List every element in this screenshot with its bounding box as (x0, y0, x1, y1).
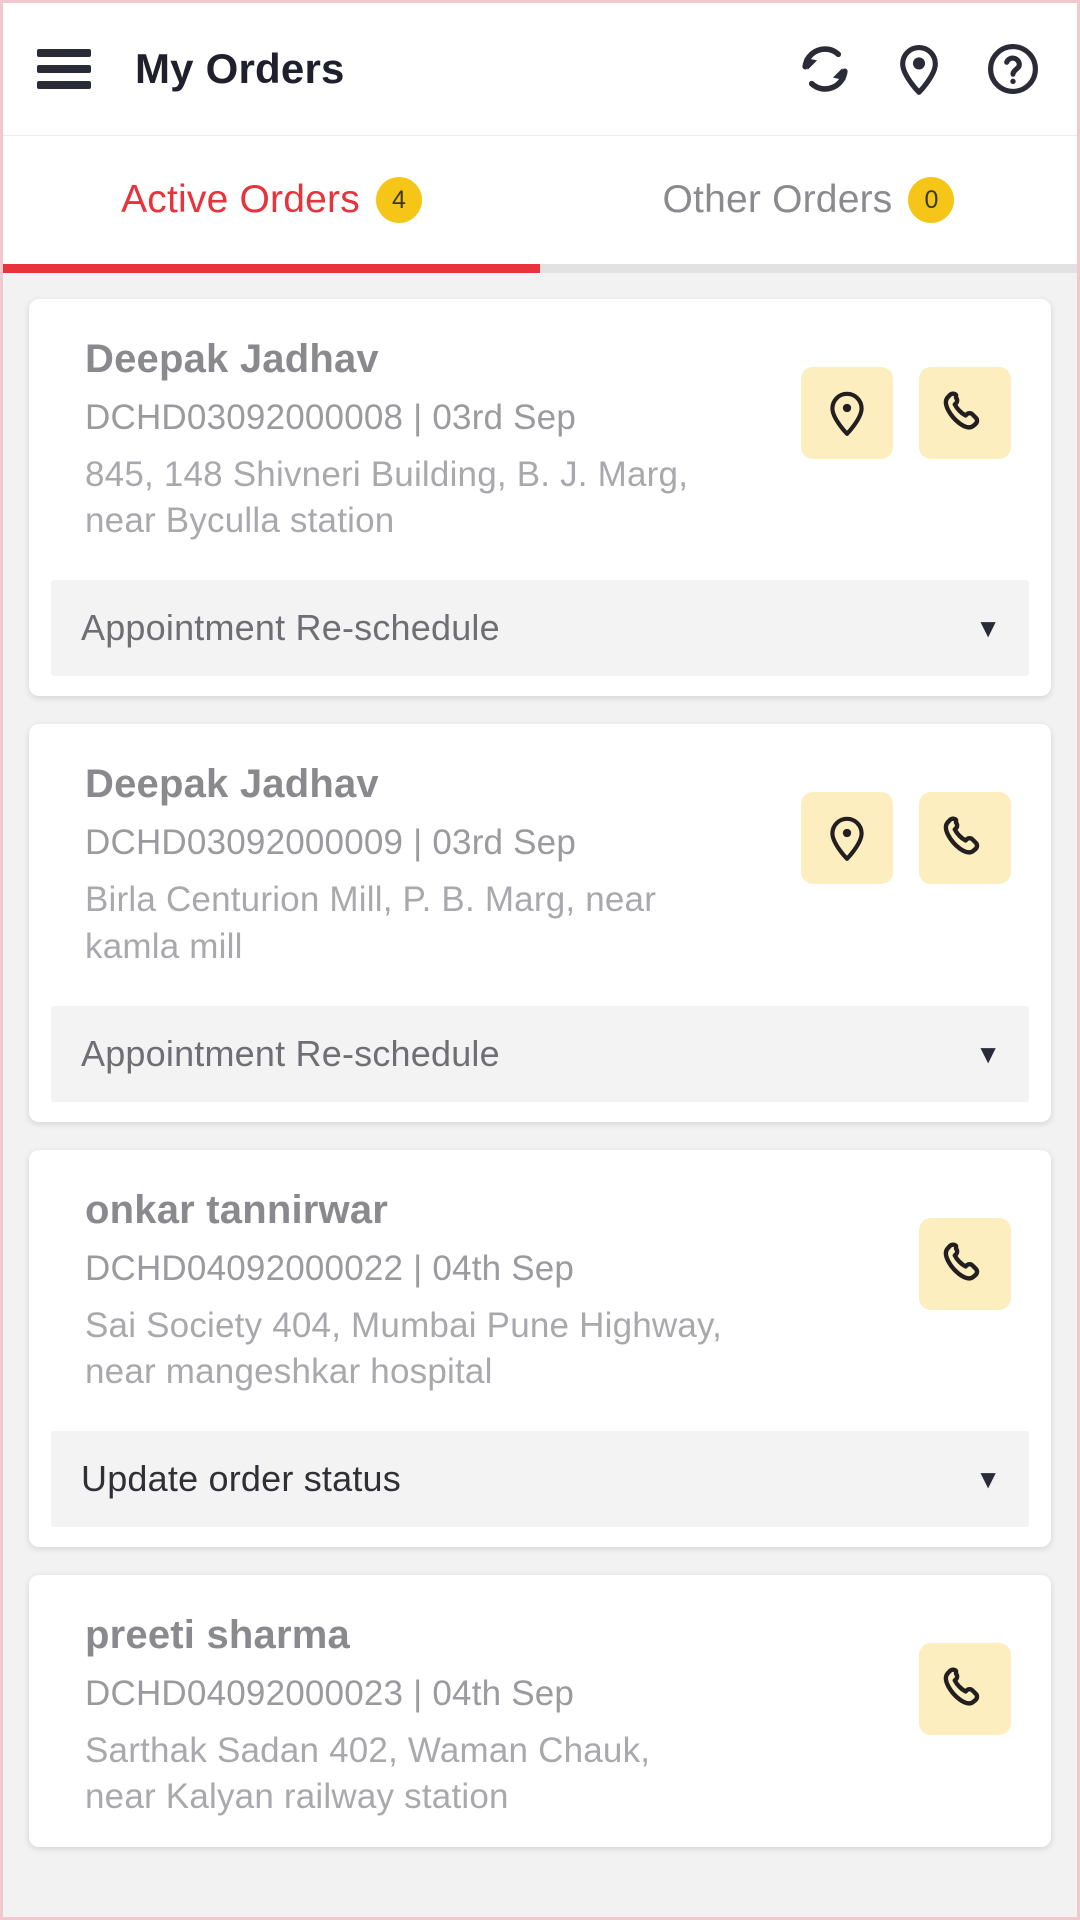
order-details: Deepak Jadhav DCHD03092000008 | 03rd Sep… (85, 337, 801, 544)
call-customer-button[interactable] (919, 792, 1011, 885)
customer-name: Deepak Jadhav (85, 762, 379, 807)
customer-name: Deepak Jadhav (85, 337, 379, 381)
tab-indicator (3, 264, 1077, 273)
order-id-date: DCHD04092000023 | 04th Sep (85, 1674, 575, 1714)
order-status-dropdown-label: Update order status (81, 1458, 401, 1500)
tab-indicator-track (540, 264, 1077, 273)
order-card[interactable]: onkar tannirwar DCHD04092000022 | 04th S… (29, 1149, 1051, 1548)
order-card[interactable]: preeti sharma DCHD04092000023 | 04th Sep… (29, 1575, 1051, 1847)
tab-other-orders[interactable]: Other Orders 0 (540, 136, 1077, 264)
chevron-down-icon: ▼ (975, 1464, 1001, 1495)
chevron-down-icon: ▼ (975, 613, 1001, 644)
page-title: My Orders (135, 45, 345, 92)
order-address: Sai Society 404, Mumbai Pune Highway, ne… (85, 1305, 723, 1391)
order-status-dropdown[interactable]: Appointment Re-schedule ▼ (51, 1005, 1029, 1102)
order-id-date: DCHD04092000022 | 04th Sep (85, 1248, 575, 1288)
location-pin-icon[interactable] (891, 41, 947, 97)
tab-active-orders-label: Active Orders (121, 178, 360, 221)
sync-refresh-icon[interactable] (797, 41, 853, 97)
phone-call-icon (940, 813, 990, 863)
tab-active-orders[interactable]: Active Orders 4 (3, 136, 540, 264)
order-address: 845, 148 Shivneri Building, B. J. Marg, … (85, 455, 689, 541)
order-id-date: DCHD03092000008 | 03rd Sep (85, 398, 577, 437)
navigate-location-button[interactable] (801, 792, 893, 885)
tab-other-orders-badge: 0 (908, 177, 955, 223)
header-actions (797, 41, 1041, 97)
app-screen: My Orders Active Orders 4 Other Orders 0… (0, 0, 1080, 1920)
order-card-body: Deepak Jadhav DCHD03092000009 | 03rd Sep… (29, 724, 1051, 995)
customer-name: preeti sharma (85, 1613, 350, 1658)
order-action-buttons (919, 1613, 1011, 1736)
orders-list: Deepak Jadhav DCHD03092000008 | 03rd Sep… (3, 273, 1077, 1847)
hamburger-bar (37, 81, 91, 89)
order-address: Sarthak Sadan 402, Waman Chauk, near Kal… (85, 1731, 651, 1817)
phone-call-icon (940, 1239, 990, 1289)
orders-tab-bar: Active Orders 4 Other Orders 0 (3, 136, 1077, 264)
order-card-body: preeti sharma DCHD04092000023 | 04th Sep… (29, 1575, 1051, 1846)
order-status-dropdown[interactable]: Update order status ▼ (51, 1431, 1029, 1528)
call-customer-button[interactable] (919, 367, 1011, 459)
order-id-date: DCHD03092000009 | 03rd Sep (85, 823, 577, 863)
phone-call-icon (940, 388, 990, 438)
call-customer-button[interactable] (919, 1643, 1011, 1736)
order-status-dropdown-label: Appointment Re-schedule (81, 1032, 500, 1074)
location-pin-icon (822, 813, 872, 863)
order-action-buttons (801, 337, 1011, 459)
hamburger-menu-icon[interactable] (37, 49, 91, 89)
order-action-buttons (919, 1188, 1011, 1310)
navigate-location-button[interactable] (801, 367, 893, 459)
order-action-buttons (801, 762, 1011, 885)
phone-call-icon (940, 1664, 990, 1714)
order-details: preeti sharma DCHD04092000023 | 04th Sep… (85, 1613, 919, 1820)
order-card-body: Deepak Jadhav DCHD03092000008 | 03rd Sep… (29, 299, 1051, 570)
order-details: onkar tannirwar DCHD04092000022 | 04th S… (85, 1188, 919, 1395)
customer-name: onkar tannirwar (85, 1187, 389, 1232)
order-status-dropdown-label: Appointment Re-schedule (81, 607, 500, 649)
hamburger-bar (37, 49, 91, 57)
order-address: Birla Centurion Mill, P. B. Marg, near k… (85, 880, 657, 966)
location-pin-icon (822, 388, 872, 438)
order-card[interactable]: Deepak Jadhav DCHD03092000009 | 03rd Sep… (29, 724, 1051, 1122)
order-details: Deepak Jadhav DCHD03092000009 | 03rd Sep… (85, 762, 801, 969)
chevron-down-icon: ▼ (975, 1038, 1001, 1069)
hamburger-bar (37, 65, 91, 73)
call-customer-button[interactable] (919, 1217, 1011, 1310)
app-header: My Orders (3, 3, 1077, 136)
order-card-body: onkar tannirwar DCHD04092000022 | 04th S… (29, 1150, 1051, 1421)
order-card[interactable]: Deepak Jadhav DCHD03092000008 | 03rd Sep… (29, 299, 1051, 697)
tab-other-orders-label: Other Orders (662, 178, 893, 221)
help-question-icon[interactable] (985, 41, 1041, 97)
order-status-dropdown[interactable]: Appointment Re-schedule ▼ (51, 580, 1029, 677)
tab-indicator-active (3, 264, 540, 273)
tab-active-orders-badge: 4 (375, 177, 422, 223)
